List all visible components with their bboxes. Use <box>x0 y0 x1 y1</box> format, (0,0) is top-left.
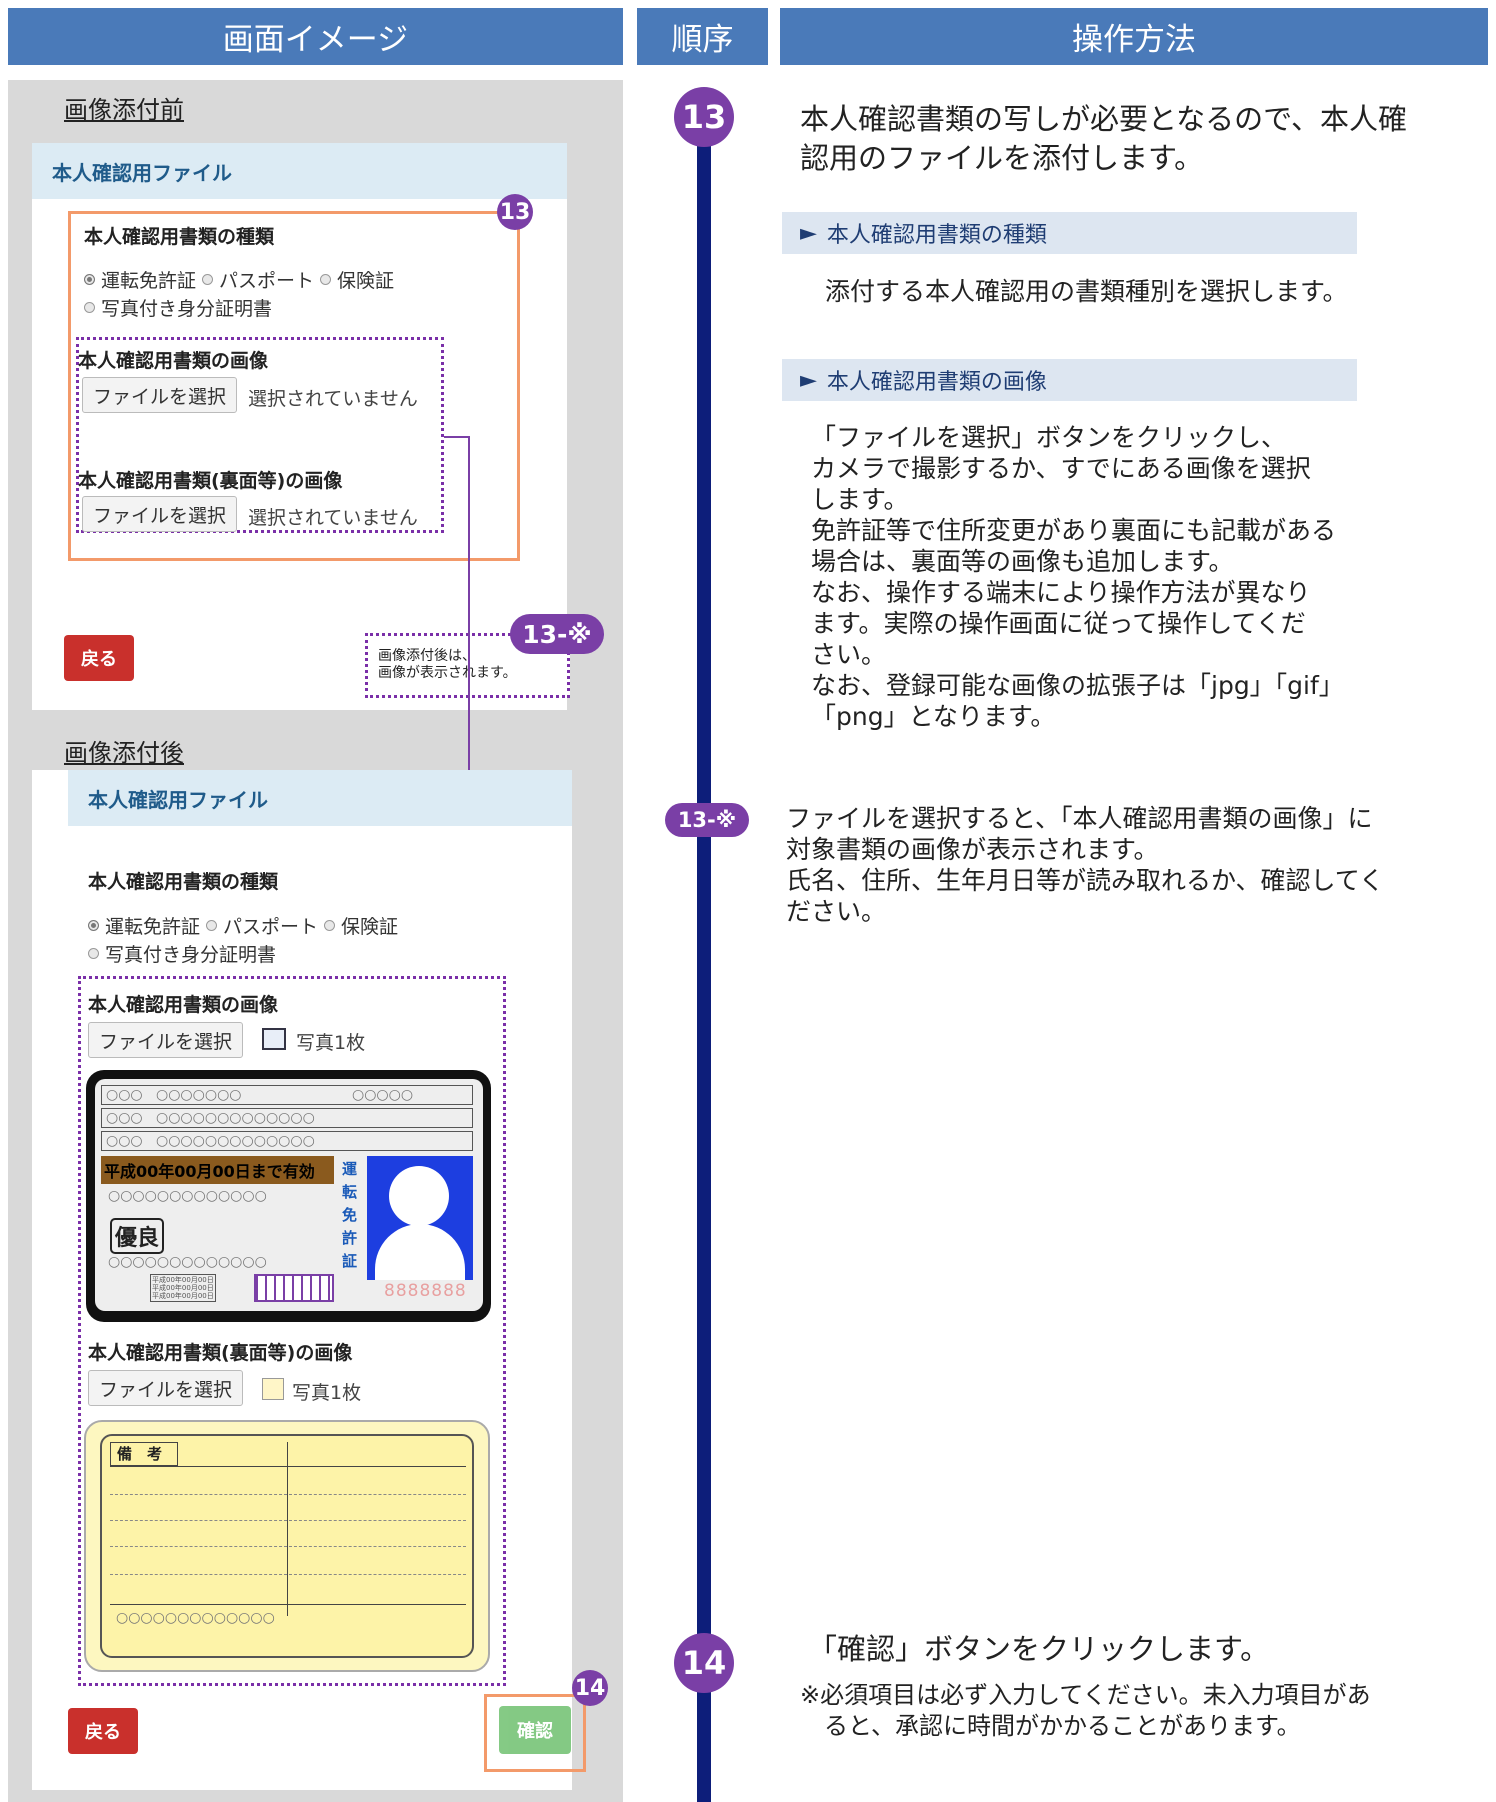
remarks-label: 備 考 <box>110 1442 178 1466</box>
license-row1-b: ○○○○○○○ <box>156 1087 242 1103</box>
license-vertical-title: 運転免許証 <box>342 1160 358 1270</box>
back-file-count: 写真1枚 <box>292 1382 362 1404</box>
step-13-badge: 13 <box>674 87 734 147</box>
step-14-note: ※必須項目は必ず入力してください。未入力項目があ ると、承認に時間がかかることが… <box>800 1681 1371 1740</box>
subsection-doc-type-text: 添付する本人確認用の書類種別を選択します。 <box>825 277 1348 306</box>
license-number: 8888888 <box>384 1281 467 1301</box>
license-row3-a: ○○○ <box>106 1133 143 1149</box>
step-14-text: 「確認」ボタンをクリックします。 <box>808 1632 1270 1666</box>
remarks-rule <box>110 1604 466 1605</box>
step-13-note-badge: 13-※ <box>665 803 749 837</box>
license-photo <box>367 1156 473 1280</box>
radio-label: 保険証 <box>341 916 399 938</box>
radio-insurance[interactable] <box>324 920 336 931</box>
radio-label: 写真付き身分証明書 <box>105 944 277 966</box>
license-dates: 平成00年00月00日 平成00年00月00日 平成00年00月00日 <box>150 1274 216 1302</box>
remarks-rule <box>110 1520 466 1521</box>
remarks-vline <box>287 1442 288 1616</box>
radio-label: パスポート <box>223 916 319 938</box>
license-date: 平成00年00月00日 <box>152 1284 214 1292</box>
subsection-title: 本人確認用書類の画像 <box>826 370 1047 395</box>
license-row2-a: ○○○ <box>106 1110 143 1126</box>
radio-passport[interactable] <box>206 920 218 931</box>
license-date: 平成00年00月00日 <box>152 1292 214 1300</box>
card-title: 本人確認用ファイル <box>68 770 572 826</box>
subsection-doc-image-text: 「ファイルを選択」ボタンをクリックし、 カメラで撮影するか、すでにある画像を選択… <box>811 423 1344 731</box>
person-body-shape <box>375 1224 465 1280</box>
confirm-button[interactable]: 確認 <box>499 1706 571 1754</box>
license-row2: ○○○ ○○○○○○○○○○○○○ <box>101 1108 473 1128</box>
doc-image-label: 本人確認用書類の画像 <box>88 994 279 1016</box>
after-section-title: 画像添付後 <box>64 739 184 767</box>
license-date: 平成00年00月00日 <box>152 1276 214 1284</box>
license-barcode <box>254 1274 334 1302</box>
remarks-rule <box>110 1574 466 1575</box>
image-file-icon <box>262 1378 284 1400</box>
license-row3: ○○○ ○○○○○○○○○○○○○ <box>101 1131 473 1151</box>
remarks-rule <box>110 1494 466 1495</box>
license-line-b: ○○○○○○○○○○○○○ <box>108 1254 267 1270</box>
license-expiry: 平成00年00月00日まで有効 <box>101 1156 334 1184</box>
file-select-button[interactable]: ファイルを選択 <box>88 1022 244 1058</box>
license-grade: 優良 <box>110 1218 165 1254</box>
license-row3-b: ○○○○○○○○○○○○○ <box>156 1133 315 1149</box>
license-row2-b: ○○○○○○○○○○○○○ <box>156 1110 315 1126</box>
timeline-line <box>697 117 711 1802</box>
image-file-icon <box>262 1028 286 1050</box>
step-13-note-text: ファイルを選択すると、「本人確認用書類の画像」に 対象書類の画像が表示されます。… <box>786 804 1385 926</box>
remarks-rule <box>110 1546 466 1547</box>
remarks-divider <box>110 1466 466 1467</box>
license-row1: ○○○ ○○○○○○○ ○○○○○ <box>101 1085 473 1105</box>
doc-type-radios-row1: 運転免許証 パスポート 保険証 <box>88 912 398 939</box>
radio-photo-id[interactable] <box>88 948 99 959</box>
back-file-select-button[interactable]: ファイルを選択 <box>88 1370 244 1406</box>
person-silhouette-icon <box>389 1166 449 1226</box>
step-13-text: 本人確認書類の写しが必要となるので、本人確 認用のファイルを添付します。 <box>800 102 1407 175</box>
subsection-doc-image: ► 本人確認用書類の画像 <box>782 359 1357 401</box>
triangle-right-icon: ► <box>800 367 817 393</box>
subsection-title: 本人確認用書類の種類 <box>826 223 1047 248</box>
license-back-inner: 備 考 ○○○○○○○○○○○○○ <box>100 1434 474 1658</box>
triangle-right-icon: ► <box>800 220 817 246</box>
badge-14: 14 <box>572 1670 608 1706</box>
file-count: 写真1枚 <box>296 1032 366 1054</box>
license-line-a: ○○○○○○○○○○○○○ <box>108 1188 267 1204</box>
subsection-doc-type: ► 本人確認用書類の種類 <box>782 212 1357 254</box>
doc-type-label: 本人確認用書類の種類 <box>88 871 279 893</box>
back-button[interactable]: 戻る <box>68 1708 138 1754</box>
license-back-footer: ○○○○○○○○○○○○○ <box>116 1610 275 1626</box>
step-14-badge: 14 <box>674 1633 734 1693</box>
radio-label: 運転免許証 <box>105 916 201 938</box>
radio-license[interactable] <box>88 920 99 931</box>
license-row1-a: ○○○ <box>106 1087 143 1103</box>
back-image-label: 本人確認用書類(裏面等)の画像 <box>88 1342 353 1364</box>
doc-type-radios-row2: 写真付き身分証明書 <box>88 940 276 967</box>
license-row1-c: ○○○○○ <box>352 1087 414 1103</box>
